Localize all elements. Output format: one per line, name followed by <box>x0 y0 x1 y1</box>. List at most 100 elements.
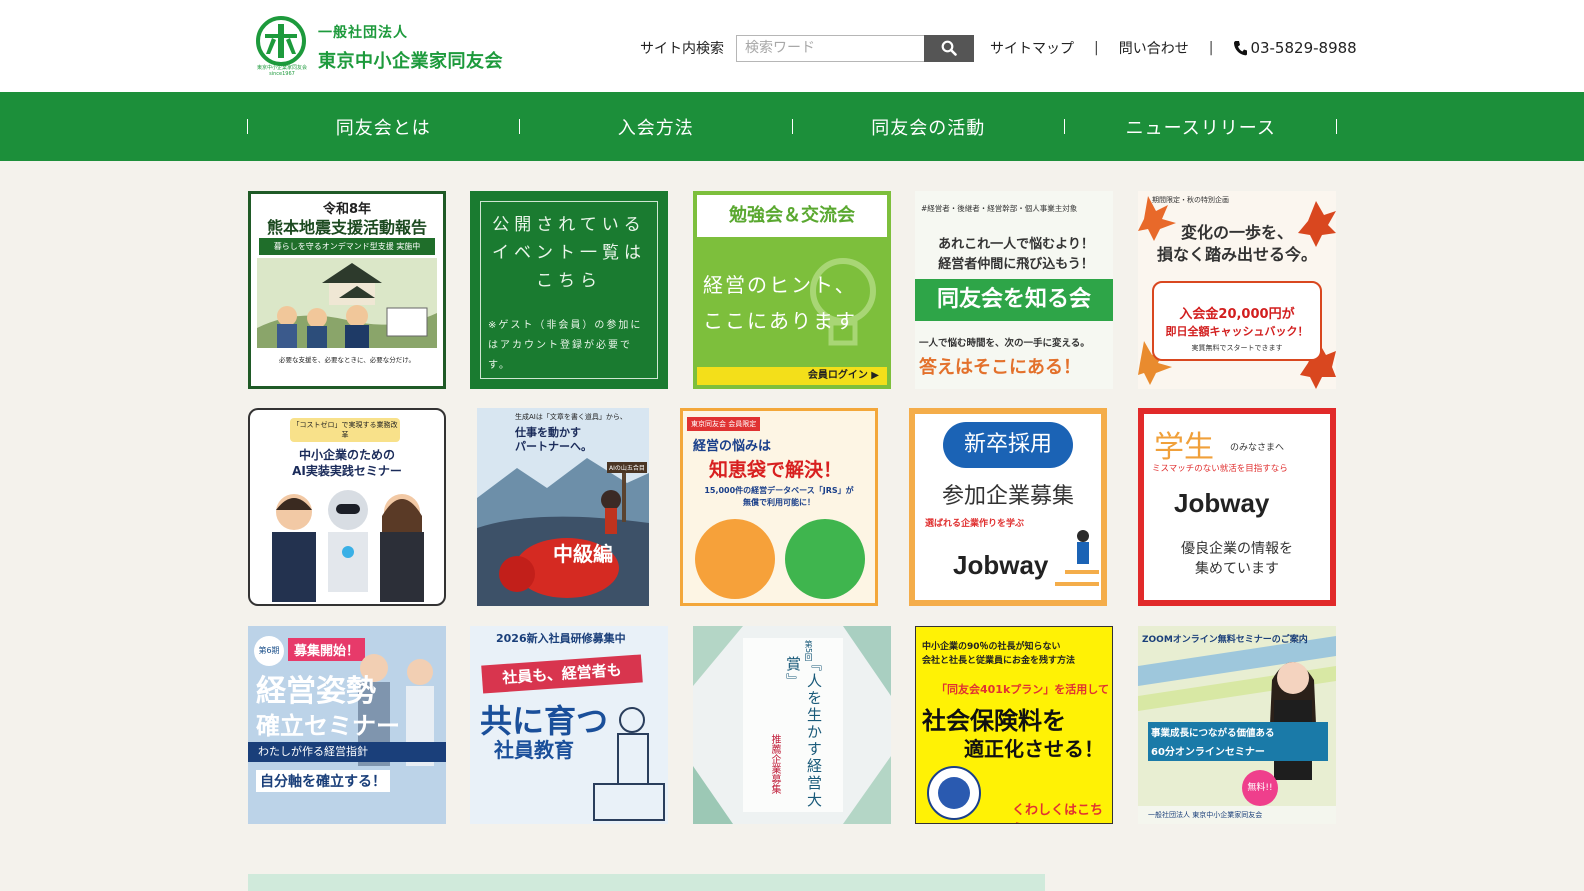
separator: | <box>1094 40 1099 56</box>
banner-text: 自分軸を確立する！ <box>256 770 390 792</box>
banner-management-award[interactable]: 第5回 『人を生かす経営大賞』 推薦企業募集 <box>693 626 891 824</box>
separator: | <box>1208 40 1214 56</box>
nav-divider <box>1336 119 1337 134</box>
banner-kumamoto-support[interactable]: 令和8年 熊本地震支援活動報告 暮らしを守るオンデマンド型支援 実施中 必要な支… <box>248 191 446 389</box>
banner-text: 会社と社長と従業員にお金を残す方法 <box>922 656 1076 666</box>
banner-text: 第6期 <box>254 636 284 666</box>
banner-text: 無料!! <box>1242 770 1278 806</box>
banner-chiebukuro[interactable]: 東京同友会 会員限定 経営の悩みは 知恵袋で解決！ 15,000件の経営データベ… <box>680 408 878 606</box>
login-link: 会員ログイン ▶ <box>697 367 887 385</box>
banner-text: 即日全額キャッシュバック！ <box>1165 325 1309 338</box>
banner-text: 勉強会＆交流会 <box>697 195 887 237</box>
banner-text: ここにあります <box>703 309 857 333</box>
search-label: サイト内検索 <box>640 41 724 57</box>
banner-ai-seminar[interactable]: 「コストゼロ」で実現する業務改革 中小企業のための AI実装実践セミナー <box>248 408 446 606</box>
banner-text: AIの山五合目 <box>607 462 647 473</box>
bottom-strip <box>248 874 1045 891</box>
banner-text: 60分オンラインセミナー <box>1148 740 1328 761</box>
banner-know-doyukai[interactable]: #経営者・後継者・経営幹部・個人事業主対象 あれこれ一人で悩むより！ 経営者仲間… <box>915 191 1113 389</box>
search-icon <box>941 40 957 56</box>
banner-text: 熊本地震支援活動報告 <box>266 218 427 237</box>
banner-study-meeting[interactable]: 勉強会＆交流会 経営のヒント、 ここにあります 会員ログイン ▶ <box>693 191 891 389</box>
banner-text: 社員も、経営者も <box>481 654 643 694</box>
banner-new-employee-training[interactable]: 2026新入社員研修募集中 社員も、経営者も 共に育つ 社員教育 <box>470 626 668 824</box>
banner-text: 確立セミナー <box>256 712 400 740</box>
banner-text: 社会保険料を <box>922 707 1066 735</box>
banner-text: 答えはそこにある！ <box>919 357 1081 378</box>
nav-item-about[interactable]: 同友会とは <box>247 92 520 161</box>
nav-item-activities[interactable]: 同友会の活動 <box>792 92 1065 161</box>
banner-text: 15,000件の経営データベース「JRS」が <box>704 486 854 495</box>
banner-401k-plan[interactable]: 中小企業の90％の社長が知らない 会社と社長と従業員にお金を残す方法 「同友会4… <box>915 626 1113 824</box>
banner-text: 中小企業の90％の社長が知らない <box>922 642 1061 652</box>
contact-link[interactable]: 問い合わせ <box>1119 38 1189 58</box>
banner-text: 東京同友会 会員限定 <box>687 417 761 431</box>
site-logo[interactable]: 東京中小企業家同友会 since1967 一般社団法人 東京中小企業家同友会 <box>256 16 503 77</box>
banner-text: 選ばれる企業作りを学ぶ <box>925 519 1025 529</box>
banner-event-list[interactable]: 公開されているイベント一覧はこちら ※ゲスト（非会員）の参加にはアカウント登録が… <box>470 191 668 389</box>
banner-text: のみなさまへ <box>1230 443 1285 453</box>
banner-text: 「同友会401kプラン」を活用して <box>936 683 1109 696</box>
banner-text: ※ゲスト（非会員）の参加にはアカウント登録が必要です。 <box>488 320 643 371</box>
phone-text: 03-5829-8988 <box>1250 39 1357 57</box>
nav-item-news[interactable]: ニュースリリース <box>1065 92 1338 161</box>
banner-text: 実質無料でスタートできます <box>1191 344 1283 352</box>
info-circles-icon <box>695 519 865 599</box>
banner-text: わたしが作る経営指針 <box>248 742 446 762</box>
banner-text: 参加企業募集 <box>941 484 1074 509</box>
banner-text: 生成AIは「文章を書く道具」から、 <box>515 413 627 421</box>
banner-text: パートナーへ。 <box>515 440 592 453</box>
logo-caption: 東京中小企業家同友会 since1967 <box>256 65 307 77</box>
people-icon <box>593 707 665 821</box>
climbing-person-icon <box>1055 530 1099 586</box>
banner-zoom-seminar[interactable]: ZOOMオンライン無料セミナーのご案内 事業成長につながる価値ある 60分オンラ… <box>1138 626 1336 824</box>
banner-ai-intermediate[interactable]: 生成AIは「文章を書く道具」から、 仕事を動かす パートナーへ。 AIの山五合目… <box>477 408 649 606</box>
banner-text: 必要な支援を、必要なときに、必要な分だけ。 <box>279 356 415 364</box>
banner-text: ミスマッチのない就活を目指すなら <box>1152 464 1288 474</box>
phone-number[interactable]: 03-5829-8988 <box>1233 39 1357 57</box>
banner-text: 暮らしを守るオンデマンド型支援 実施中 <box>259 238 435 255</box>
banner-text: 変化の一歩を、 <box>1180 223 1293 242</box>
jobway-logo: Jobway <box>1174 488 1270 518</box>
banner-students-jobway[interactable]: 学生 のみなさまへ ミスマッチのない就活を目指すなら Jobway 優良企業の情… <box>1138 408 1336 606</box>
banner-text: 損なく踏み出せる今。 <box>1156 245 1317 264</box>
banner-text: 社員教育 <box>494 738 574 762</box>
main-nav: 同友会とは 入会方法 同友会の活動 ニュースリリース <box>0 92 1584 161</box>
banner-text: 学生 <box>1154 430 1214 465</box>
banner-autumn-campaign[interactable]: 期間限定・秋の特別企画 変化の一歩を、 損なく踏み出せる今。 入会金20,000… <box>1138 191 1336 389</box>
nav-label: 同友会とは <box>335 117 431 139</box>
logo-mark-icon: 東京中小企業家同友会 since1967 <box>256 16 307 77</box>
banner-text: 無償で利用可能に！ <box>743 498 815 507</box>
org-type: 一般社団法人 <box>318 25 408 41</box>
seal-icon <box>927 766 981 820</box>
nav-label: 同友会の活動 <box>871 117 986 139</box>
logo-text: 一般社団法人 東京中小企業家同友会 <box>318 22 503 73</box>
banner-text: 経営の悩みは <box>693 439 772 454</box>
banner-text: 知恵袋で解決！ <box>709 459 843 481</box>
banner-text: 中小企業のための <box>298 448 395 462</box>
nav-item-join[interactable]: 入会方法 <box>520 92 793 161</box>
banner-text: あれこれ一人で悩むより！ <box>938 237 1094 252</box>
banner-text: 適正化させる！ <box>964 737 1104 761</box>
banner-text: 事業成長につながる価値ある <box>1148 722 1328 742</box>
search-button[interactable] <box>924 34 974 62</box>
banner-text: 期間限定・秋の特別企画 <box>1152 196 1229 204</box>
banner-text: くわしくはこちら <box>1012 803 1104 823</box>
banner-new-grad-recruit[interactable]: 新卒採用 参加企業募集 選ばれる企業作りを学ぶ Jobway <box>909 408 1107 606</box>
sitemap-link[interactable]: サイトマップ <box>990 38 1074 58</box>
banner-text: #経営者・後継者・経営幹部・個人事業主対象 <box>921 204 1078 213</box>
site-header: 東京中小企業家同友会 since1967 一般社団法人 東京中小企業家同友会 サ… <box>0 0 1584 92</box>
banner-text: 新卒採用 <box>943 422 1073 468</box>
banner-text: 一般社団法人 東京中小企業家同友会 <box>1148 811 1263 819</box>
jobway-logo: Jobway <box>953 550 1049 580</box>
banner-text: 経営姿勢 <box>256 674 376 709</box>
org-name: 東京中小企業家同友会 <box>318 51 503 72</box>
search-input[interactable] <box>736 34 924 62</box>
banner-text: 中級編 <box>553 542 613 566</box>
illustration-icon <box>257 258 437 348</box>
banner-text: 経営者仲間に飛び込もう！ <box>938 257 1094 272</box>
banner-management-seminar[interactable]: 第6期 募集開始！ 経営姿勢 確立セミナー わたしが作る経営指針 自分軸を確立す… <box>248 626 446 824</box>
people-robot-icon <box>272 490 424 602</box>
banner-text: 入会金20,000円が <box>1179 307 1295 322</box>
banner-text: AI実装実践セミナー <box>292 464 402 478</box>
